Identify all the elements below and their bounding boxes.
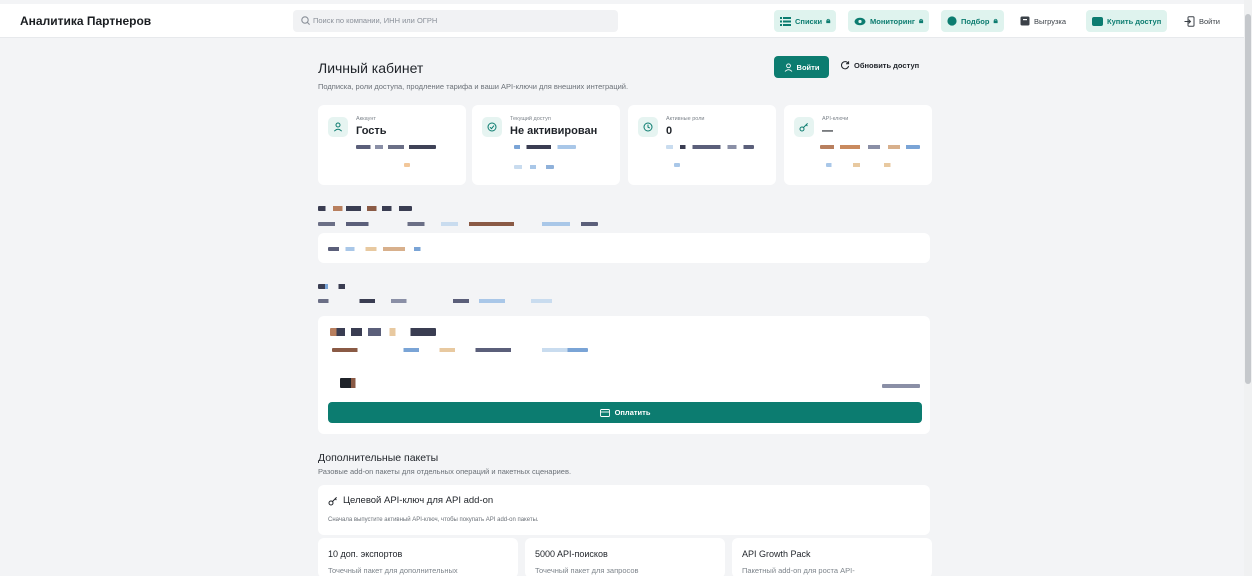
lock-icon: 🔒︎ xyxy=(993,16,998,25)
refresh-access-label: Обновить доступ xyxy=(854,60,920,70)
buy-access-button[interactable]: Купить доступ xyxy=(1086,10,1168,32)
lock-icon: 🔒︎ xyxy=(918,16,924,25)
check-circle-icon xyxy=(482,117,502,137)
roles-card-label: Активные роли xyxy=(666,116,705,122)
api-key-target-panel xyxy=(318,485,930,535)
key-icon xyxy=(794,117,814,137)
nav-selection-label: Подбор xyxy=(961,16,990,26)
redacted-text xyxy=(826,163,894,167)
search-placeholder: Поиск по компании, ИНН или ОГРН xyxy=(313,16,438,25)
account-card: Аккаунт Гость xyxy=(318,105,466,185)
package-title: 5000 API-поисков xyxy=(535,549,608,559)
login-button-label: Войти xyxy=(796,62,820,72)
account-card-label: Аккаунт xyxy=(356,116,376,122)
package-description: Пакетный add-on для роста API- xyxy=(742,566,855,575)
lock-icon: 🔒︎ xyxy=(826,16,831,25)
addons-subtitle: Разовые add-on пакеты для отдельных опер… xyxy=(318,467,572,476)
access-card-value: Не активирован xyxy=(510,125,598,137)
api-key-target-title: Целевой API-ключ для API add-on xyxy=(328,495,493,506)
nav-monitoring-label: Мониторинг xyxy=(870,16,915,26)
page-subtitle: Подписка, роли доступа, продление тарифа… xyxy=(318,82,629,91)
roles-card: Активные роли 0 xyxy=(628,105,776,185)
user-icon xyxy=(328,117,348,137)
search-input[interactable]: Поиск по компании, ИНН или ОГРН xyxy=(293,10,618,32)
brand-logo-text[interactable]: Аналитика Партнеров xyxy=(20,14,151,28)
pay-button[interactable]: Оплатить xyxy=(328,402,922,423)
redacted-text xyxy=(514,145,576,149)
redacted-text xyxy=(882,384,920,388)
api-key-target-note: Сначала выпустите активный API-ключ, что… xyxy=(328,517,539,523)
redacted-heading xyxy=(318,206,412,211)
access-card-label: Текущий доступ xyxy=(510,116,551,122)
redacted-text xyxy=(674,163,680,167)
card-icon xyxy=(1092,16,1103,26)
login-icon xyxy=(1184,15,1195,27)
api-keys-card: API-ключи — xyxy=(784,105,932,185)
redacted-text xyxy=(332,348,588,352)
search-icon xyxy=(301,16,310,25)
redacted-text xyxy=(328,247,438,251)
redacted-text xyxy=(318,299,578,303)
package-description: Точечный пакет для дополнительных xyxy=(328,566,458,575)
access-card: Текущий доступ Не активирован xyxy=(472,105,620,185)
circle-icon xyxy=(947,16,957,26)
clock-icon xyxy=(638,117,658,137)
roles-card-value: 0 xyxy=(666,125,673,137)
archive-icon xyxy=(1020,16,1030,26)
eye-icon xyxy=(854,17,866,25)
redacted-text xyxy=(514,165,554,169)
api-key-target-label: Целевой API-ключ для API add-on xyxy=(343,495,494,506)
redacted-price xyxy=(340,378,362,388)
api-keys-card-label: API-ключи xyxy=(822,116,849,122)
package-title: API Growth Pack xyxy=(742,549,811,559)
redacted-text xyxy=(666,145,754,149)
top-bar: Аналитика Партнеров Поиск по компании, И… xyxy=(0,4,1244,38)
header-login-button[interactable]: Войти xyxy=(1178,10,1226,32)
redacted-text xyxy=(820,145,920,149)
account-card-value: Гость xyxy=(356,125,387,137)
package-title: 10 доп. экспортов xyxy=(328,549,403,559)
nav-export-label: Выгрузка xyxy=(1034,16,1067,26)
refresh-access-button[interactable]: Обновить доступ xyxy=(840,60,919,70)
package-card[interactable]: 5000 API-поисков Точечный пакет для запр… xyxy=(525,538,725,576)
refresh-icon xyxy=(841,61,850,70)
redacted-text xyxy=(356,145,436,149)
user-icon xyxy=(784,62,792,72)
api-keys-card-value: — xyxy=(822,125,833,137)
addons-title: Дополнительные пакеты xyxy=(318,452,439,464)
buy-access-label: Купить доступ xyxy=(1107,16,1162,26)
nav-lists-label: Списки xyxy=(795,16,823,26)
redacted-panel xyxy=(318,233,930,263)
scrollbar-thumb[interactable] xyxy=(1245,14,1251,384)
pay-button-label: Оплатить xyxy=(614,408,651,417)
redacted-heading xyxy=(318,284,352,289)
header-login-label: Войти xyxy=(1199,16,1220,26)
credit-card-icon xyxy=(599,408,610,417)
package-card[interactable]: API Growth Pack Пакетный add-on для рост… xyxy=(732,538,932,576)
redacted-text xyxy=(318,222,598,226)
page-scrollbar[interactable] xyxy=(1244,0,1252,576)
package-card[interactable]: 10 доп. экспортов Точечный пакет для доп… xyxy=(318,538,518,576)
redacted-title xyxy=(330,328,436,336)
nav-lists-button[interactable]: Списки 🔒︎ xyxy=(774,10,837,32)
login-button[interactable]: Войти xyxy=(774,56,829,78)
nav-monitoring-button[interactable]: Мониторинг 🔒︎ xyxy=(848,10,930,32)
redacted-text xyxy=(404,163,410,167)
key-icon xyxy=(328,496,337,505)
page-title: Личный кабинет xyxy=(318,60,424,76)
list-icon xyxy=(780,16,791,26)
nav-export-button[interactable]: Выгрузка xyxy=(1014,10,1072,32)
package-description: Точечный пакет для запросов xyxy=(535,566,639,575)
nav-selection-button[interactable]: Подбор 🔒︎ xyxy=(941,10,1004,32)
